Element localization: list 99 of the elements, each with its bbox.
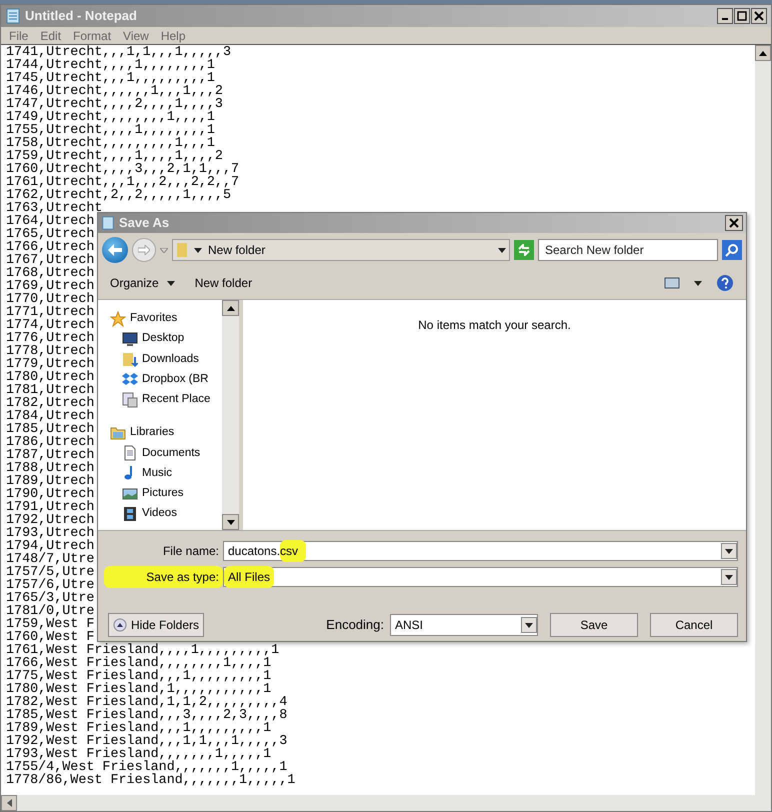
encoding-select[interactable]: ANSI bbox=[390, 614, 538, 636]
text-line: 1786,Utrech bbox=[6, 436, 94, 449]
nav-group[interactable]: Favorites bbox=[110, 310, 222, 328]
toolbar-button[interactable]: New folder bbox=[194, 274, 252, 292]
dialog-title: Save As bbox=[119, 214, 170, 232]
nav-item[interactable]: Videos bbox=[122, 505, 222, 522]
text-line: 1785,Utrech bbox=[6, 423, 94, 436]
hide-folders-button[interactable]: Hide Folders bbox=[108, 613, 204, 637]
text-line: 1761,West Friesland,,,,1,,,,,,,,,1 bbox=[6, 644, 280, 657]
menu-item[interactable]: Help bbox=[160, 26, 186, 44]
nav-label: Desktop bbox=[142, 331, 184, 346]
text-line: 1759,West F bbox=[6, 618, 94, 631]
text-line: 1759,Utrecht,,,,1,,,,1,,,,2 bbox=[6, 150, 223, 163]
text-line: 1764,Utrech bbox=[6, 215, 94, 228]
text-line: 1782,Utrech bbox=[6, 397, 94, 410]
nav-label: Documents bbox=[142, 446, 200, 460]
text-line: 1767,Utrech bbox=[6, 254, 94, 267]
text-line: 1745,Utrecht,,,1,,,,,,,,,1 bbox=[6, 72, 215, 85]
text-line: 1794,Utrech bbox=[6, 540, 94, 553]
text-line: 1760,West F bbox=[6, 631, 94, 644]
text-line: 1763,Utrecht bbox=[6, 202, 102, 215]
address-bar[interactable]: New folder bbox=[172, 239, 510, 261]
text-line: 1793,West Friesland,,,,,,,1,,,,,1 bbox=[6, 748, 272, 761]
text-line: 1760,Utrecht,,,,3,,,2,1,1,,,7 bbox=[6, 163, 240, 176]
text-line: 1757/5,Utre bbox=[6, 566, 94, 579]
text-line: 1789,Utrech bbox=[6, 475, 94, 488]
text-line: 1784,Utrech bbox=[6, 410, 94, 423]
field-label: Save as type: bbox=[146, 570, 219, 584]
text-line: 1747,Utrecht,,,,2,,,,1,,,,3 bbox=[6, 98, 223, 111]
menu-item[interactable]: Edit bbox=[40, 26, 62, 44]
text-line: 1748/7,Utre bbox=[6, 553, 94, 566]
text-line: 1792,West Friesland,,,1,1,,,1,,,,,3 bbox=[6, 735, 288, 748]
text-line: 1766,Utrech bbox=[6, 241, 94, 254]
text-line: 1755,Utrecht,,,,1,,,,,,,,1 bbox=[6, 124, 215, 137]
text-line: 1781/0,Utre bbox=[6, 605, 94, 618]
text-line: 1785,West Friesland,,,3,,,,2,3,,,,8 bbox=[6, 709, 288, 722]
text-line: 1778/86,West Friesland,,,,,,,1,,,,,1 bbox=[6, 774, 296, 787]
nav-item[interactable]: Dropbox (BR bbox=[122, 370, 222, 388]
text-line: 1741,Utrecht,,,1,1,,,1,,,,,3 bbox=[6, 46, 231, 59]
nav-group[interactable]: Libraries bbox=[110, 424, 222, 442]
text-line: 1744,Utrecht,,,,1,,,,,,,,1 bbox=[6, 59, 215, 72]
nav-label: Music bbox=[142, 466, 172, 481]
text-line: 1781,Utrech bbox=[6, 384, 94, 397]
text-line: 1787,Utrech bbox=[6, 449, 94, 462]
text-line: 1765/3,Utre bbox=[6, 592, 94, 605]
nav-label: Downloads bbox=[142, 352, 199, 366]
folder-path: New folder bbox=[208, 242, 266, 259]
text-line: 1770,Utrech bbox=[6, 293, 94, 306]
text-line: 1778,Utrech bbox=[6, 345, 94, 358]
save-type-field[interactable]: All Files bbox=[223, 567, 738, 587]
window-title: Untitled - Notepad bbox=[25, 7, 137, 26]
text-line: 1746,Utrecht,,,,,,1,,,1,,,2 bbox=[6, 85, 223, 98]
nav-label: Dropbox (BR bbox=[142, 372, 208, 387]
nav-label: Pictures bbox=[142, 486, 184, 501]
nav-label: Libraries bbox=[130, 425, 174, 440]
text-line: 1793,Utrech bbox=[6, 527, 94, 540]
toolbar-button[interactable]: Organize bbox=[110, 274, 175, 292]
nav-label: Favorites bbox=[130, 311, 178, 326]
text-line: 1749,Utrecht,,,,,,,,1,,,,1 bbox=[6, 111, 215, 124]
text-line: 1789,West Friesland,,,1,,,,,,,,,1 bbox=[6, 722, 272, 735]
text-line: 1788,Utrech bbox=[6, 462, 94, 475]
text-line: 1757/6,Utre bbox=[6, 579, 94, 592]
save-type-value: All Files bbox=[228, 570, 270, 584]
nav-item[interactable]: Documents bbox=[122, 444, 222, 462]
text-line: 1782,West Friesland,1,1,2,,,,,,,,,4 bbox=[6, 696, 288, 709]
nav-item[interactable]: Recent Place bbox=[122, 391, 222, 408]
text-line: 1774,Utrech bbox=[6, 319, 94, 332]
dialog-button[interactable]: Cancel bbox=[650, 613, 738, 637]
text-line: 1769,Utrech bbox=[6, 280, 94, 293]
nav-item[interactable]: Downloads bbox=[122, 350, 222, 368]
nav-item[interactable]: Music bbox=[122, 464, 222, 482]
text-line: 1791,Utrech bbox=[6, 501, 94, 514]
nav-item[interactable]: Pictures bbox=[122, 485, 222, 502]
text-line: 1761,Utrecht,,,1,,,2,,,2,2,,7 bbox=[6, 176, 240, 189]
menu-item[interactable]: File bbox=[9, 26, 28, 44]
text-line: 1780,Utrech bbox=[6, 371, 94, 384]
menu-item[interactable]: Format bbox=[73, 26, 112, 44]
text-line: 1765,Utrech bbox=[6, 228, 94, 241]
text-line: 1776,Utrech bbox=[6, 332, 94, 345]
text-line: 1768,Utrech bbox=[6, 267, 94, 280]
nav-label: Videos bbox=[142, 506, 177, 522]
text-line: 1766,West Friesland,,,,,,,,1,,,,1 bbox=[6, 657, 272, 670]
encoding-label: Encoding: bbox=[326, 616, 384, 634]
field-label: File name: bbox=[162, 543, 219, 560]
text-line: 1758,Utrecht,,,,,,,,,1,,,1 bbox=[6, 137, 215, 150]
text-line: 1780,West Friesland,1,,,,,,,,,,,1 bbox=[6, 683, 272, 696]
nav-label: Recent Place bbox=[142, 392, 210, 407]
menu-item[interactable]: View bbox=[123, 26, 149, 44]
text-line: 1792,Utrech bbox=[6, 514, 94, 527]
nav-item[interactable]: Desktop bbox=[122, 330, 222, 348]
text-line: 1790,Utrech bbox=[6, 488, 94, 501]
text-line: 1771,Utrech bbox=[6, 306, 94, 319]
empty-message: No items match your search. bbox=[418, 317, 571, 334]
text-line: 1762,Utrecht,2,,2,,,,,1,,,,5 bbox=[6, 189, 231, 202]
text-line: 1779,Utrech bbox=[6, 358, 94, 371]
search-field[interactable]: Search New folder bbox=[538, 239, 718, 261]
text-line: 1775,West Friesland,,,1,,,,,,,,,1 bbox=[6, 670, 272, 683]
text-line: 1755/4,West Friesland,,,,,,,1,,,,,1 bbox=[6, 761, 288, 774]
dialog-button[interactable]: Save bbox=[550, 613, 638, 637]
